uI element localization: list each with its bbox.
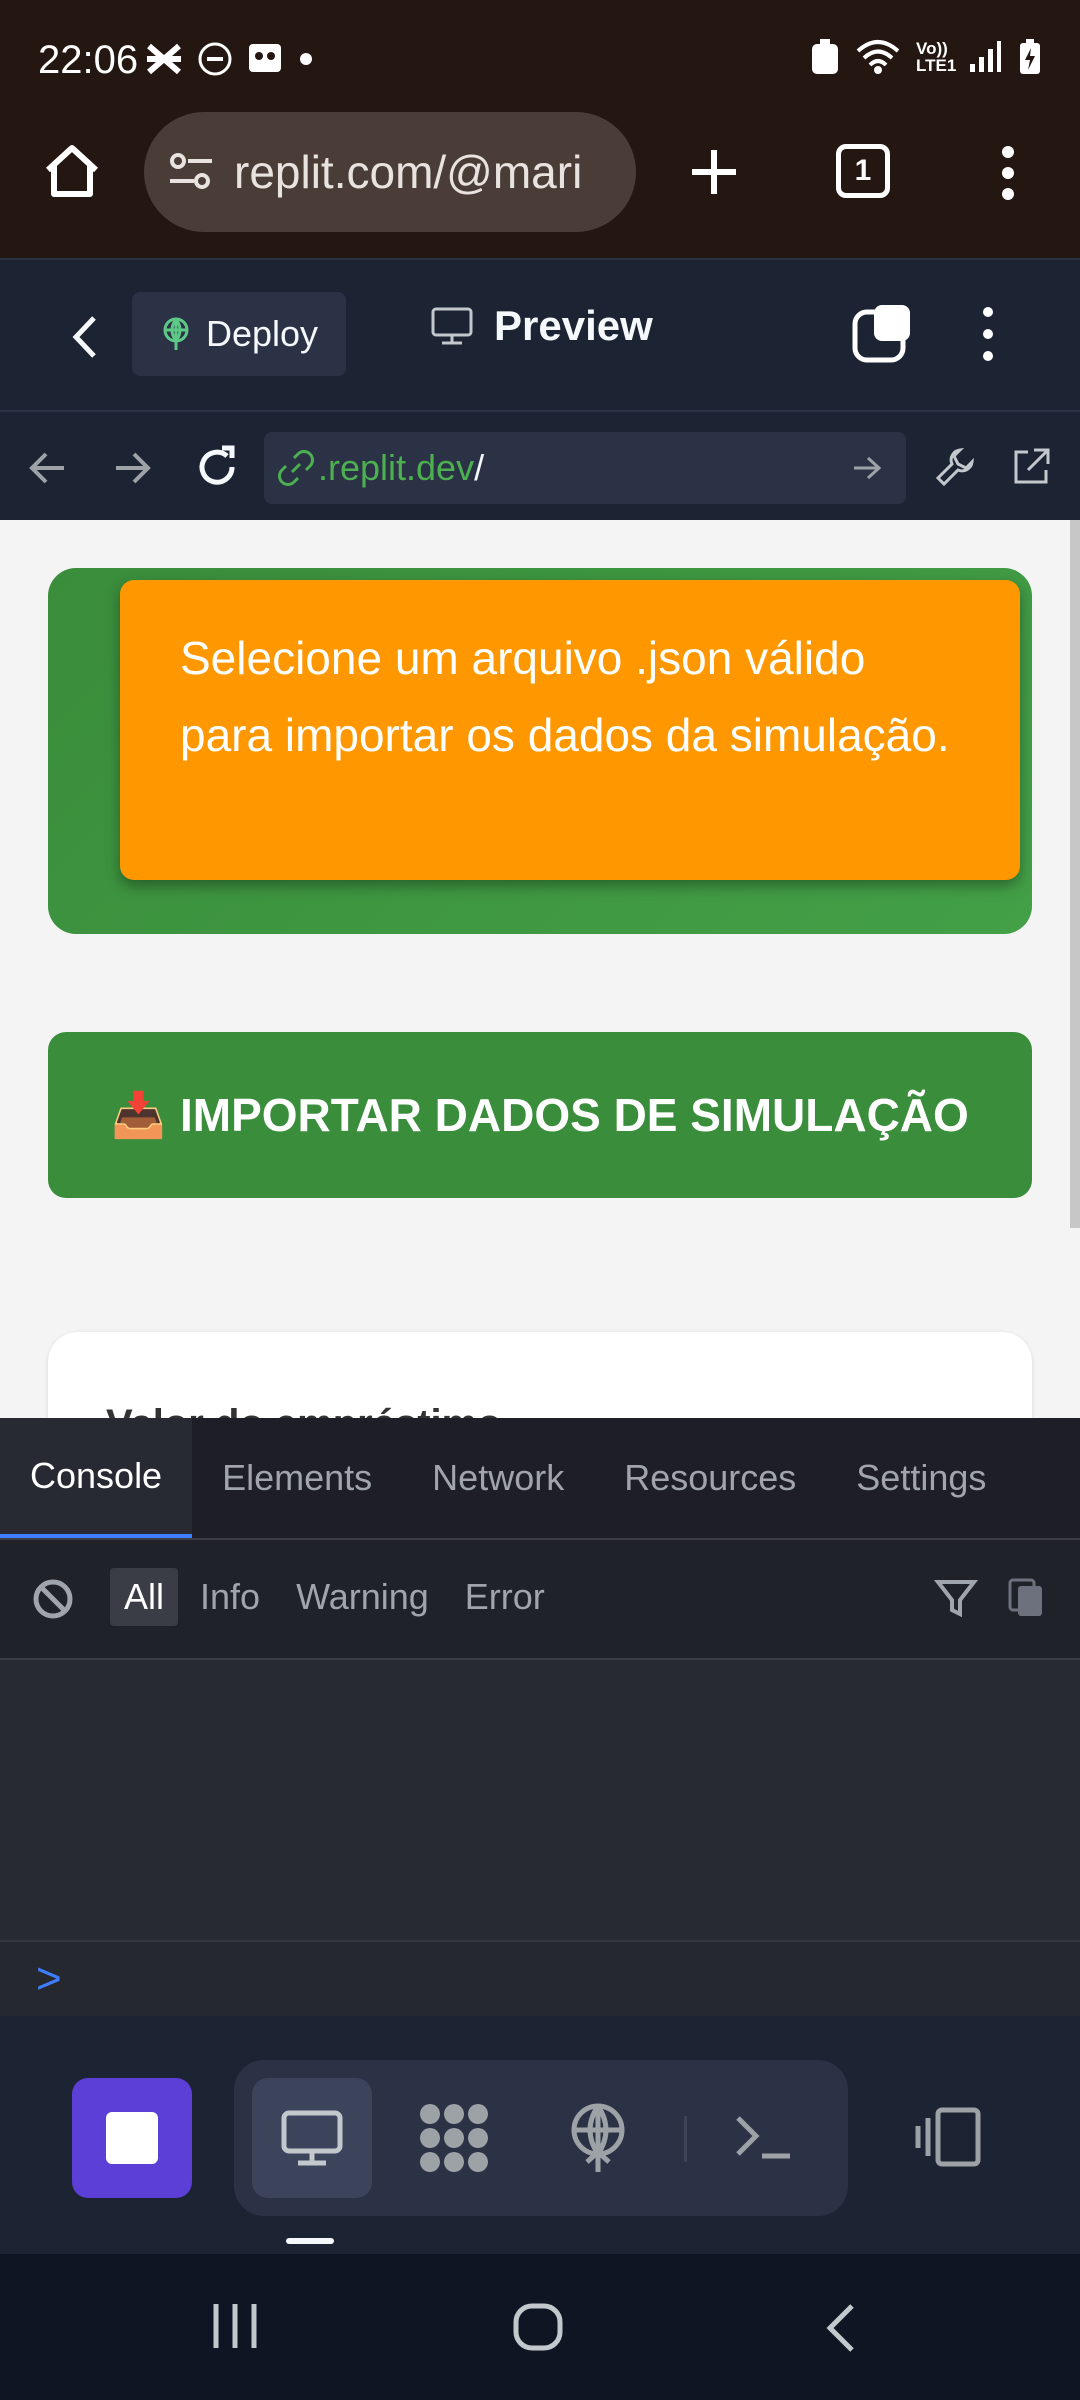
go-arrow-icon[interactable] — [852, 455, 882, 481]
webview-toolbar: .replit.dev / — [0, 410, 1080, 522]
deploy-tool-icon — [571, 2103, 625, 2172]
filter-icon[interactable] — [934, 1576, 978, 1620]
workspace-tool[interactable] — [394, 2078, 514, 2198]
toast-message: Selecione um arquivo .json válido para i… — [120, 580, 1020, 880]
status-right-icons: Vo)) LTE1 — [810, 38, 1042, 76]
log-level-filters: All Info Warning Error — [110, 1568, 559, 1626]
preview-tool[interactable] — [252, 2078, 372, 2198]
back-chevron-icon[interactable] — [70, 314, 98, 360]
deploy-button[interactable]: Deploy — [132, 292, 346, 376]
tab-settings[interactable]: Settings — [826, 1418, 1016, 1538]
recents-icon[interactable] — [210, 2302, 260, 2350]
devices-icon[interactable] — [912, 2106, 982, 2168]
copy-icon[interactable] — [852, 302, 914, 364]
reload-icon[interactable] — [194, 444, 240, 490]
inbox-tray-icon: 📥 — [111, 1091, 166, 1140]
notification-x-icon — [147, 43, 181, 75]
shell-tool[interactable] — [704, 2078, 824, 2198]
home-icon[interactable] — [42, 142, 102, 200]
address-bar[interactable]: replit.com/@mari — [144, 112, 636, 232]
active-tool-indicator — [286, 2238, 334, 2244]
link-icon — [278, 450, 314, 486]
preview-label: Preview — [494, 302, 653, 349]
tab-resources[interactable]: Resources — [594, 1418, 826, 1538]
console-filter-bar: All Info Warning Error — [0, 1540, 1080, 1660]
level-warning[interactable]: Warning — [282, 1568, 443, 1626]
preview-tab[interactable]: Preview — [430, 302, 653, 350]
tab-count: 1 — [854, 154, 872, 187]
tab-network[interactable]: Network — [402, 1418, 594, 1538]
copy-logs-icon[interactable] — [1008, 1578, 1044, 1618]
tab-console[interactable]: Console — [0, 1418, 193, 1538]
level-all[interactable]: All — [110, 1568, 179, 1626]
replit-header: Deploy Preview — [0, 258, 1080, 412]
signal-icon — [970, 41, 1001, 72]
workspace-tool-icon — [420, 2104, 488, 2172]
wrench-icon[interactable] — [934, 446, 976, 488]
monitor-icon — [431, 307, 473, 345]
tool-switcher — [234, 2060, 848, 2216]
external-link-icon[interactable] — [1010, 446, 1052, 488]
android-nav-bar — [0, 2254, 1080, 2400]
arrow-left-icon[interactable] — [28, 450, 68, 486]
console-prompt[interactable]: > — [0, 1940, 1080, 2018]
browser-chrome: 22:06 Vo)) LTE1 replit.com/@mari 1 — [0, 0, 1080, 258]
webview-url-path: / — [474, 447, 485, 488]
webview-url-domain: .replit.dev — [318, 447, 475, 488]
webview-url-field[interactable]: .replit.dev / — [264, 432, 906, 504]
loan-value-label: Valor do empréstimo — [106, 1402, 502, 1418]
stop-icon — [106, 2112, 158, 2164]
home-button-icon[interactable] — [512, 2302, 564, 2352]
battery-icon — [1020, 39, 1040, 74]
deploy-label: Deploy — [205, 313, 319, 354]
dnd-icon — [198, 42, 232, 76]
data-saver-icon — [812, 39, 838, 74]
level-error[interactable]: Error — [451, 1568, 559, 1626]
site-settings-icon[interactable] — [168, 151, 214, 193]
more-vert-icon[interactable] — [996, 146, 1020, 200]
loan-card: Valor do empréstimo — [48, 1332, 1032, 1418]
import-button-label: IMPORTAR DADOS DE SIMULAÇÃO — [179, 1089, 969, 1141]
network-label: Vo)) LTE1 — [916, 39, 957, 75]
webview-page: Selecione um arquivo .json válido para i… — [0, 520, 1080, 1418]
replit-toolbar — [0, 2016, 1080, 2254]
level-info[interactable]: Info — [186, 1568, 274, 1626]
stop-button[interactable] — [72, 2078, 192, 2198]
preview-tool-icon — [281, 2110, 343, 2166]
status-left-icons — [145, 40, 313, 78]
clear-console-icon[interactable] — [32, 1578, 74, 1620]
status-time: 22:06 — [38, 38, 139, 82]
devtools-panel: Console Elements Network Resources Setti… — [0, 1418, 1080, 2018]
arrow-right-icon[interactable] — [112, 450, 152, 486]
new-tab-icon[interactable] — [688, 146, 740, 198]
page-scrollbar[interactable] — [1070, 520, 1080, 1228]
devtools-tabs: Console Elements Network Resources Setti… — [0, 1418, 1080, 1540]
deploy-icon — [163, 317, 189, 350]
more-vert-icon[interactable] — [978, 306, 998, 362]
import-simulation-button[interactable]: 📥 IMPORTAR DADOS DE SIMULAÇÃO — [48, 1032, 1032, 1198]
deploy-tool[interactable] — [538, 2078, 658, 2198]
tool-divider — [684, 2116, 687, 2162]
prompt-symbol: > — [36, 1954, 62, 2003]
tab-switcher-icon[interactable]: 1 — [836, 144, 890, 198]
wifi-icon — [856, 40, 900, 74]
shell-tool-icon — [736, 2116, 790, 2159]
address-bar-url: replit.com/@mari — [234, 146, 583, 198]
back-nav-icon[interactable] — [824, 2302, 856, 2354]
voicemail-icon — [249, 44, 281, 72]
tab-elements[interactable]: Elements — [192, 1418, 402, 1538]
dot-icon — [300, 53, 312, 65]
